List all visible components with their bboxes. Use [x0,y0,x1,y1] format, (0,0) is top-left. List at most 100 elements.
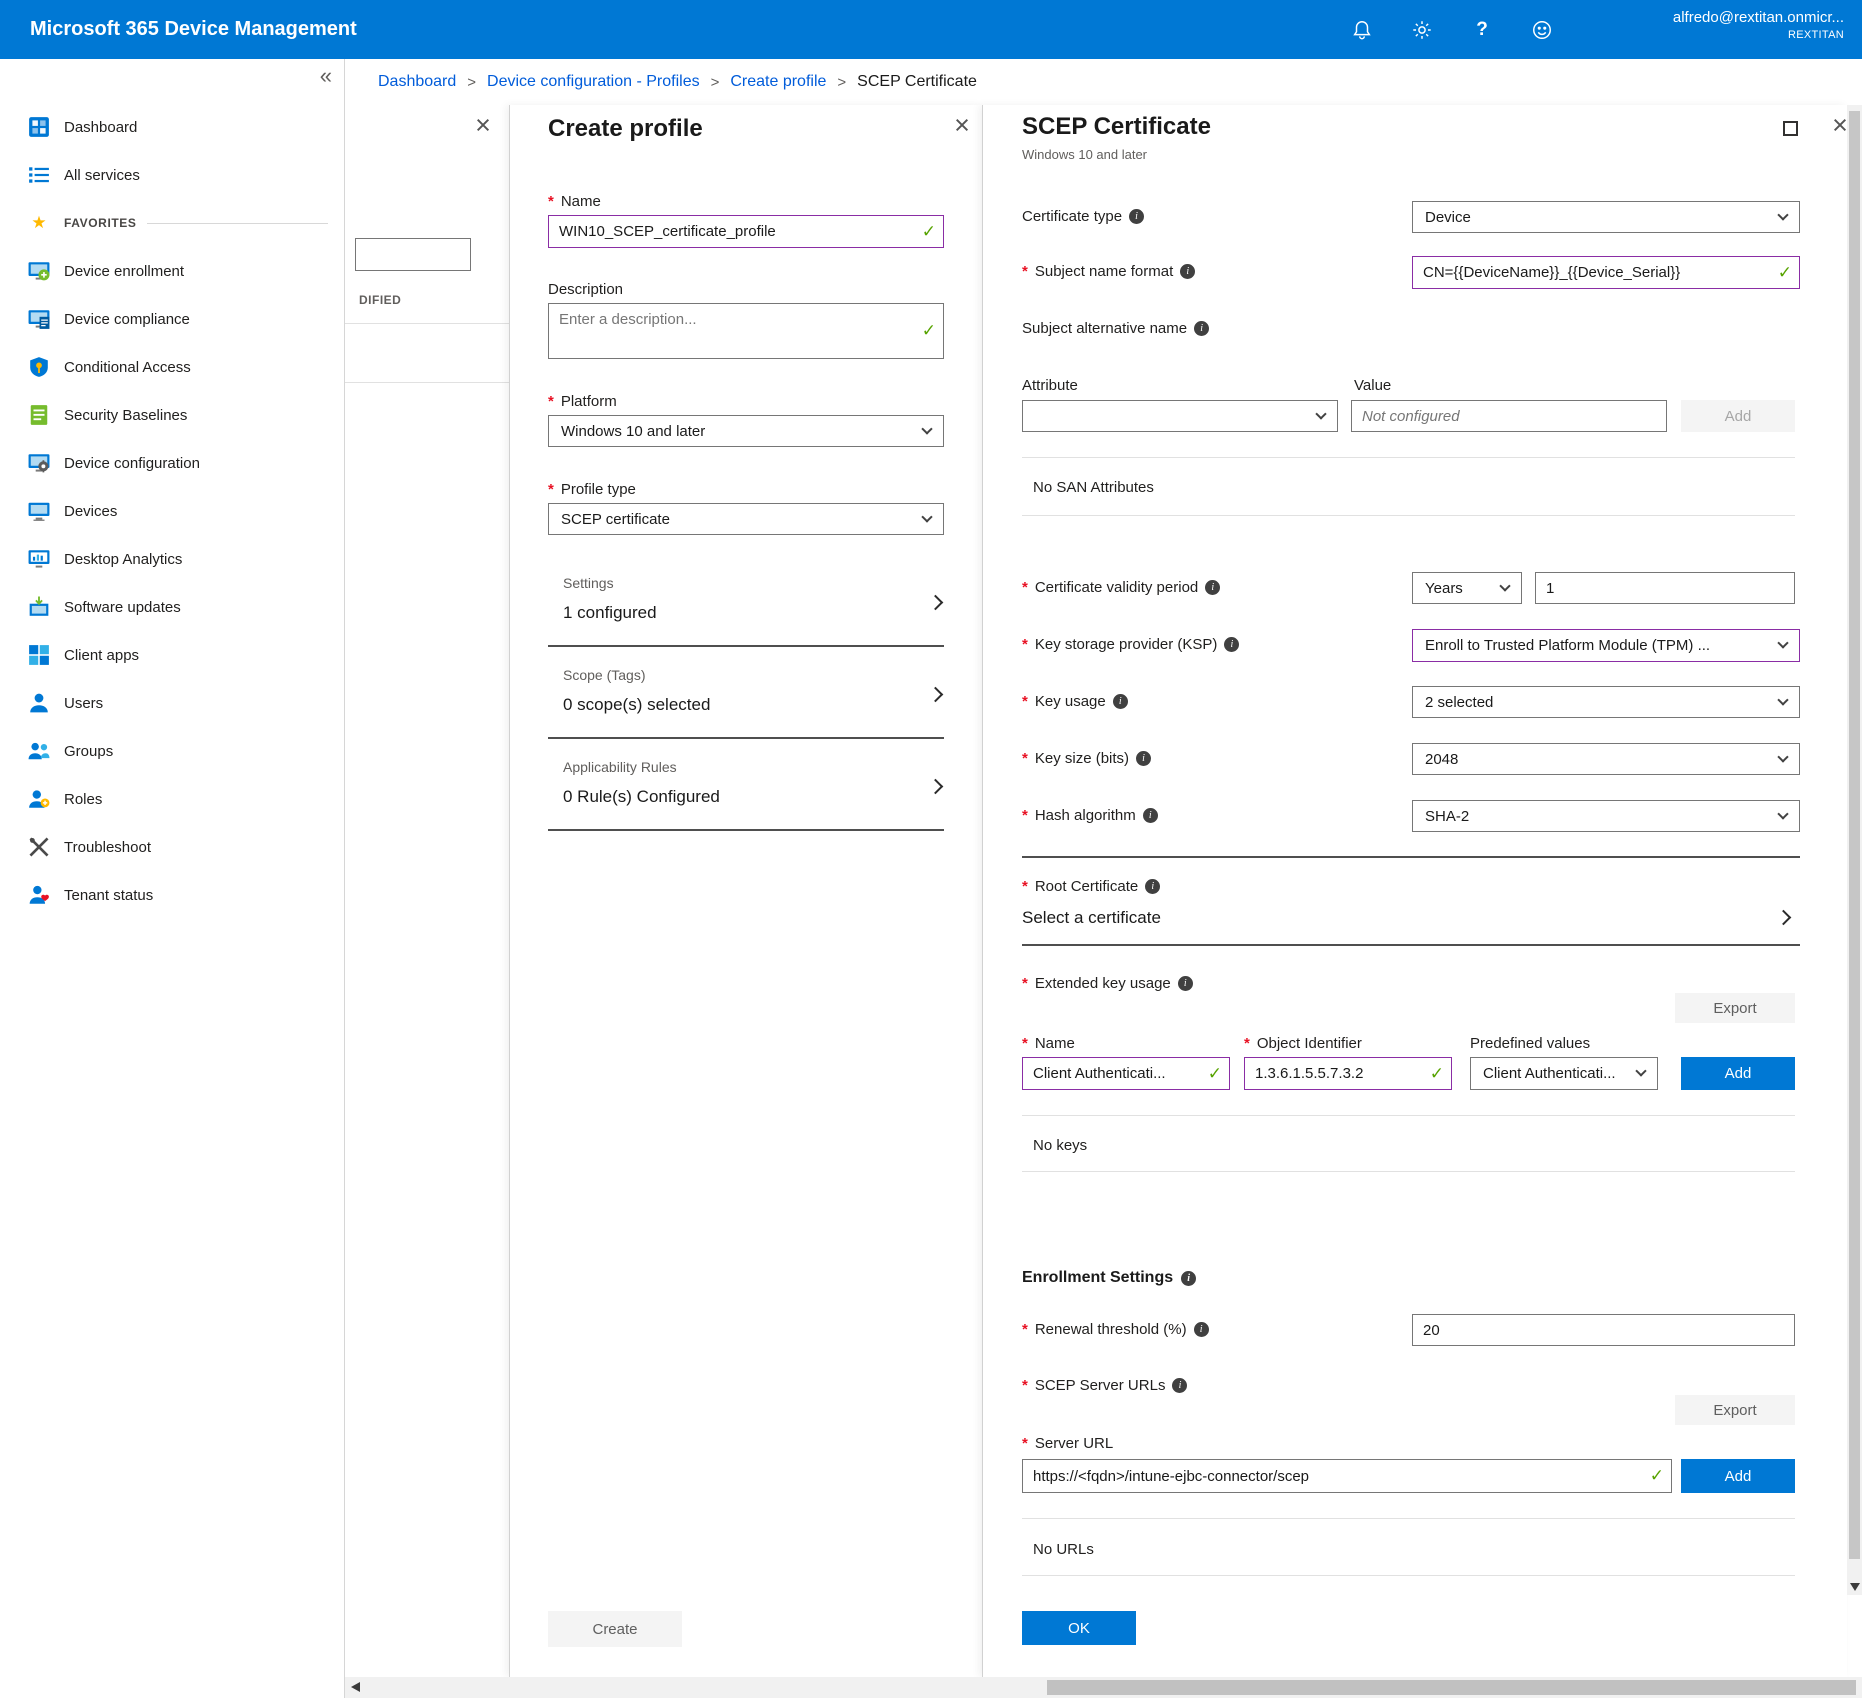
software-updates-icon [28,596,50,618]
server-url-input[interactable] [1022,1459,1672,1493]
create-button[interactable]: Create [548,1611,682,1647]
topbar: Microsoft 365 Device Management ? alfred… [0,0,1862,59]
san-value-input[interactable] [1351,400,1667,432]
urls-export-button[interactable]: Export [1675,1395,1795,1425]
profiles-search-input[interactable] [355,238,471,271]
hash-algorithm-label: * Hash algorithm i [1022,807,1158,824]
sidebar-item-users[interactable]: Users [0,679,344,727]
extended-key-usage-label: * Extended key usage i [1022,975,1193,992]
chevron-right-icon [928,595,944,611]
certificate-type-dropdown[interactable]: Device [1412,201,1800,233]
required-asterisk: * [1244,1035,1250,1052]
notifications-bell-icon[interactable] [1350,18,1374,42]
key-size-dropdown[interactable]: 2048 [1412,743,1800,775]
close-icon[interactable]: × [469,111,497,139]
breadcrumb-profiles[interactable]: Device configuration - Profiles [487,73,700,91]
info-icon[interactable]: i [1194,1322,1209,1337]
scope-tags-row[interactable]: Scope (Tags) 0 scope(s) selected [510,657,983,737]
sidebar-item-device-enrollment[interactable]: Device enrollment [0,247,344,295]
renewal-threshold-input[interactable] [1412,1314,1795,1346]
required-asterisk: * [1022,579,1028,596]
required-asterisk: * [1022,263,1028,280]
info-icon[interactable]: i [1180,264,1195,279]
platform-dropdown[interactable]: Windows 10 and later [548,415,944,447]
sidebar-item-dashboard[interactable]: Dashboard [0,103,344,151]
breadcrumb-create-profile[interactable]: Create profile [730,73,826,91]
sidebar-item-device-compliance[interactable]: Device compliance [0,295,344,343]
description-field: ✓ [548,303,944,359]
description-input[interactable] [548,303,944,359]
sidebar-item-client-apps[interactable]: Client apps [0,631,344,679]
chevron-down-icon [1635,1065,1646,1076]
sidebar-item-troubleshoot[interactable]: Troubleshoot [0,823,344,871]
info-icon[interactable]: i [1172,1378,1187,1393]
subject-name-format-input[interactable] [1412,256,1800,289]
info-icon[interactable]: i [1178,976,1193,991]
vertical-scrollbar[interactable] [1847,105,1862,1595]
feedback-smiley-icon[interactable] [1530,18,1554,42]
divider [1022,515,1795,516]
ok-button[interactable]: OK [1022,1611,1136,1645]
info-icon[interactable]: i [1205,580,1220,595]
required-asterisk: * [1022,1321,1028,1338]
info-icon[interactable]: i [1143,808,1158,823]
maximize-icon[interactable] [1783,121,1798,136]
certificate-type-label: Certificate type i [1022,208,1144,225]
info-icon[interactable]: i [1113,694,1128,709]
account-menu[interactable]: alfredo@rextitan.onmicr... REXTITAN [1673,9,1844,41]
info-icon[interactable]: i [1145,879,1160,894]
key-usage-dropdown[interactable]: 2 selected [1412,686,1800,718]
validity-unit-dropdown[interactable]: Years [1412,572,1522,604]
eku-add-button[interactable]: Add [1681,1057,1795,1090]
eku-oid-input[interactable] [1244,1057,1452,1090]
sidebar-collapse-button[interactable]: « [320,65,332,87]
scroll-down-arrow[interactable] [1850,1583,1860,1591]
validity-value-input[interactable] [1535,572,1795,604]
ksp-label: * Key storage provider (KSP) i [1022,636,1239,653]
sidebar-item-software-updates[interactable]: Software updates [0,583,344,631]
breadcrumb-current: SCEP Certificate [857,73,977,91]
scroll-left-arrow[interactable] [351,1682,360,1692]
sidebar-item-security-baselines[interactable]: Security Baselines [0,391,344,439]
info-icon[interactable]: i [1129,209,1144,224]
info-icon[interactable]: i [1194,321,1209,336]
chevron-down-icon [921,511,932,522]
sidebar-item-device-configuration[interactable]: Device configuration [0,439,344,487]
eku-empty-text: No keys [1033,1137,1087,1154]
vertical-scrollbar-thumb[interactable] [1849,111,1860,1559]
horizontal-scrollbar[interactable] [345,1677,1862,1698]
info-icon[interactable]: i [1224,637,1239,652]
san-attribute-dropdown[interactable] [1022,400,1338,432]
sidebar-item-all-services[interactable]: All services [0,151,344,199]
sidebar-item-devices[interactable]: Devices [0,487,344,535]
applicability-rules-row[interactable]: Applicability Rules 0 Rule(s) Configured [510,749,983,829]
sidebar-item-desktop-analytics[interactable]: Desktop Analytics [0,535,344,583]
settings-row[interactable]: Settings 1 configured [510,565,983,645]
sidebar: « Dashboard All services ★ FAVORITES Dev… [0,59,345,1698]
validity-period-label: * Certificate validity period i [1022,579,1220,596]
profile-name-field: ✓ [548,215,944,248]
url-add-button[interactable]: Add [1681,1459,1795,1493]
san-add-button[interactable]: Add [1681,400,1795,432]
chevron-down-icon [1777,209,1788,220]
sidebar-item-tenant-status[interactable]: Tenant status [0,871,344,919]
help-icon[interactable]: ? [1470,18,1494,42]
hash-algorithm-dropdown[interactable]: SHA-2 [1412,800,1800,832]
close-icon[interactable]: × [948,111,976,139]
required-asterisk: * [548,481,554,498]
eku-name-input[interactable] [1022,1057,1230,1090]
sidebar-item-conditional-access[interactable]: Conditional Access [0,343,344,391]
sidebar-item-roles[interactable]: Roles [0,775,344,823]
breadcrumb-dashboard[interactable]: Dashboard [378,73,456,91]
profile-name-input[interactable] [548,215,944,248]
horizontal-scrollbar-thumb[interactable] [1047,1680,1856,1695]
eku-export-button[interactable]: Export [1675,993,1795,1023]
eku-predefined-dropdown[interactable]: Client Authenticati... [1470,1057,1658,1090]
profile-type-dropdown[interactable]: SCEP certificate [548,503,944,535]
root-certificate-picker[interactable]: Select a certificate [1022,900,1800,938]
info-icon[interactable]: i [1136,751,1151,766]
sidebar-item-groups[interactable]: Groups [0,727,344,775]
ksp-dropdown[interactable]: Enroll to Trusted Platform Module (TPM) … [1412,629,1800,662]
settings-gear-icon[interactable] [1410,18,1434,42]
info-icon[interactable]: i [1181,1271,1196,1286]
